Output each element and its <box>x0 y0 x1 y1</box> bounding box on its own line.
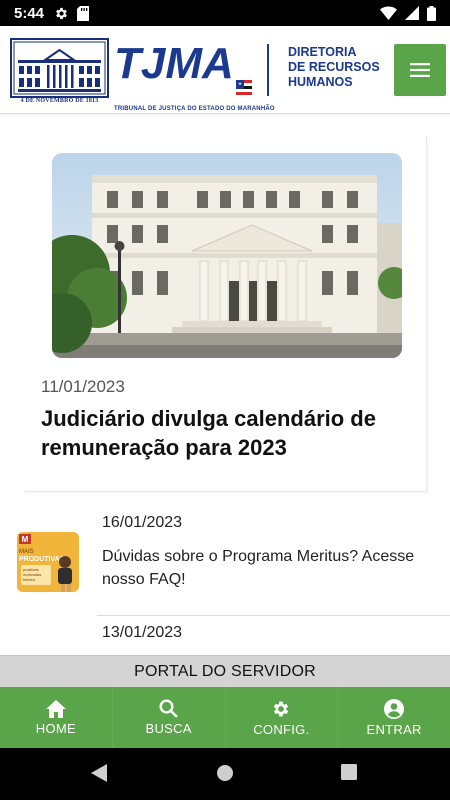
nav-home-label: HOME <box>35 720 76 736</box>
nav-config-label: CONFIG. <box>253 721 310 737</box>
nav-search-label: BUSCA <box>145 721 192 736</box>
nav-login-label: ENTRAR <box>366 721 422 737</box>
gear-icon <box>54 6 69 21</box>
thumb-text-produtivas: PRODUTIVAS <box>19 556 65 563</box>
tjma-building-logo[interactable] <box>10 38 109 98</box>
app-screen: 5:44 4 DE NOVEMBRO DE 1813 TJMA TRIBUNAL… <box>0 0 450 800</box>
department-name: DIRETORIA DE RECURSOS HUMANOS <box>288 45 388 90</box>
battery-icon <box>427 5 436 21</box>
system-navigation-bar <box>0 748 450 800</box>
bottom-navigation: HOME BUSCA CONFIG. ENTRAR <box>0 687 450 748</box>
department-line-1: DIRETORIA <box>288 45 357 59</box>
featured-news-image[interactable] <box>52 153 402 358</box>
portal-do-servidor-button[interactable]: PORTAL DO SERVIDOR <box>0 655 450 687</box>
news-list-item[interactable]: M MAIS PRODUTIVAS positivas motivadas fe… <box>0 497 450 616</box>
menu-button[interactable] <box>394 44 446 96</box>
featured-news-card[interactable]: 11/01/2023 Judiciário divulga calendário… <box>24 136 427 492</box>
nav-config[interactable]: CONFIG. <box>226 687 339 748</box>
header-divider <box>267 44 269 96</box>
home-circle-icon[interactable] <box>216 764 234 787</box>
status-time: 5:44 <box>14 4 45 22</box>
hamburger-menu-icon <box>410 63 430 77</box>
news-date: 13/01/2023 <box>102 624 183 641</box>
nav-login[interactable]: ENTRAR <box>338 687 450 748</box>
wifi-icon <box>380 6 397 20</box>
signal-icon <box>405 6 419 20</box>
account-icon <box>384 698 405 722</box>
department-line-3: HUMANOS <box>288 75 353 89</box>
nav-search[interactable]: BUSCA <box>113 687 226 748</box>
department-line-2: DE RECURSOS <box>288 60 380 74</box>
recents-icon[interactable] <box>341 764 357 785</box>
search-icon <box>159 699 179 721</box>
nav-home[interactable]: HOME <box>0 687 113 748</box>
thumb-logo-letter: M <box>22 535 29 544</box>
gear-icon <box>271 699 291 722</box>
status-bar: 5:44 <box>0 0 450 26</box>
thumb-text-felizes: felizes! <box>23 577 35 582</box>
news-divider <box>97 615 450 616</box>
featured-news-title[interactable]: Judiciário divulga calendário de remuner… <box>41 404 416 462</box>
sd-card-icon <box>77 5 90 21</box>
tjma-logo-text: TJMA <box>114 39 234 88</box>
featured-news-date: 11/01/2023 <box>41 377 125 396</box>
news-thumbnail[interactable]: M MAIS PRODUTIVAS positivas motivadas fe… <box>17 532 79 592</box>
news-list-item[interactable]: 13/01/2023 <box>0 617 450 657</box>
home-icon <box>45 699 66 721</box>
building-caption: 4 DE NOVEMBRO DE 1813 <box>20 98 99 104</box>
news-title[interactable]: Dúvidas sobre o Programa Meritus? Acesse… <box>102 545 422 591</box>
app-header: 4 DE NOVEMBRO DE 1813 TJMA TRIBUNAL DE J… <box>0 26 450 114</box>
thumb-text-mais: MAIS <box>19 549 34 555</box>
back-icon[interactable] <box>91 764 107 787</box>
news-date: 16/01/2023 <box>102 514 183 531</box>
tjma-caption: TRIBUNAL DE JUSTIÇA DO ESTADO DO MARANHÃ… <box>114 106 275 112</box>
maranhao-flag-icon <box>236 80 252 98</box>
